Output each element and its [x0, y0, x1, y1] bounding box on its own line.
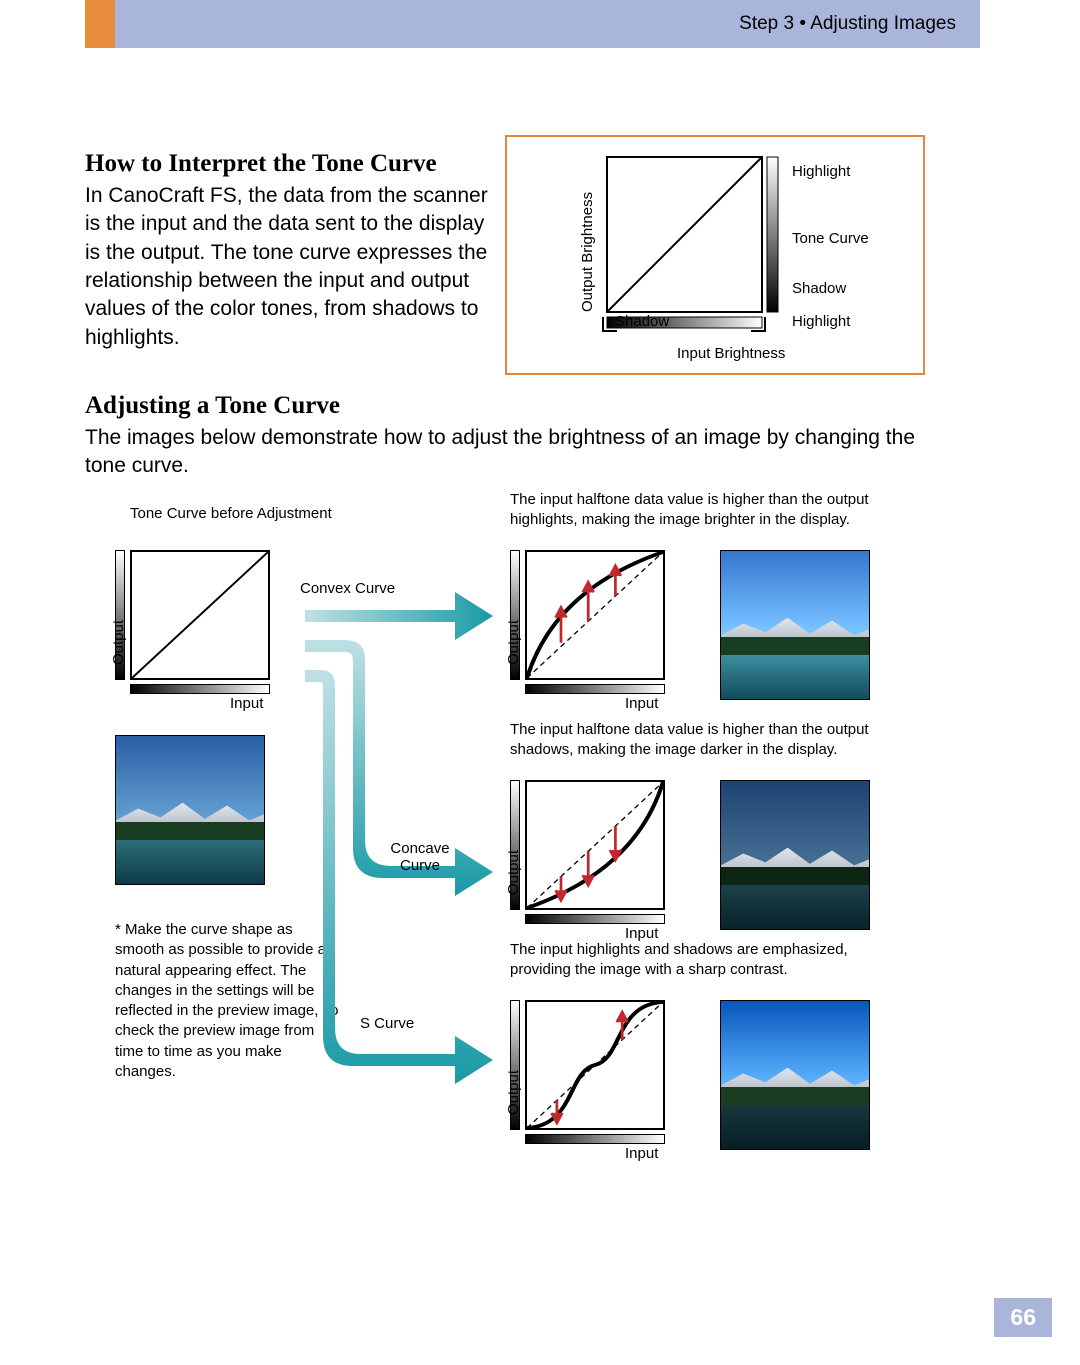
curve-concave	[527, 782, 663, 908]
input-gradient-icon	[525, 914, 665, 924]
flow-arrows-icon	[305, 580, 495, 1210]
axis-input: Input	[625, 695, 658, 712]
page-content: How to Interpret the Tone Curve In CanoC…	[85, 150, 980, 481]
flow-label-scurve: S Curve	[360, 1015, 414, 1032]
concave-desc: The input halftone data value is higher …	[510, 720, 880, 761]
page-number: 66	[994, 1298, 1052, 1337]
plot-area-convex	[525, 550, 665, 680]
flow-label-convex: Convex Curve	[300, 580, 395, 597]
flow-label-concave: Concave Curve	[380, 840, 460, 874]
graph-before: Output Input	[115, 550, 275, 705]
sample-image-bright	[720, 550, 870, 700]
sample-image-dark	[720, 780, 870, 930]
input-gradient-icon	[525, 1134, 665, 1144]
section2-body: The images below demonstrate how to adju…	[85, 424, 955, 481]
header-accent	[85, 0, 115, 48]
curve-s	[527, 1002, 663, 1128]
axis-input: Input	[230, 695, 263, 712]
axis-output: Output	[505, 620, 522, 665]
graph-scurve: Output Input	[510, 1000, 670, 1155]
header-title: Step 3 • Adjusting Images	[739, 13, 956, 35]
section2-heading: Adjusting a Tone Curve	[85, 392, 980, 420]
section1-heading: How to Interpret the Tone Curve	[85, 150, 980, 178]
axis-output: Output	[110, 620, 127, 665]
curve-convex	[527, 552, 663, 678]
convex-desc: The input halftone data value is higher …	[510, 490, 880, 531]
plot-area-before	[130, 550, 270, 680]
before-label: Tone Curve before Adjustment	[130, 505, 332, 522]
graph-convex: Output Input	[510, 550, 670, 705]
page-header: Step 3 • Adjusting Images	[85, 0, 980, 48]
plot-area-scurve	[525, 1000, 665, 1130]
scurve-desc: The input highlights and shadows are emp…	[510, 940, 880, 981]
graph-concave: Output Input	[510, 780, 670, 935]
input-gradient-icon	[525, 684, 665, 694]
sample-image-contrast	[720, 1000, 870, 1150]
axis-input: Input	[625, 1145, 658, 1162]
plot-area-concave	[525, 780, 665, 910]
axis-output: Output	[505, 1070, 522, 1115]
curve-identity	[132, 552, 268, 678]
footnote: * Make the curve shape as smooth as poss…	[115, 920, 340, 1082]
sample-image-original	[115, 735, 265, 885]
axis-output: Output	[505, 850, 522, 895]
section1-body: In CanoCraft FS, the data from the scann…	[85, 182, 505, 352]
input-gradient-icon	[130, 684, 270, 694]
